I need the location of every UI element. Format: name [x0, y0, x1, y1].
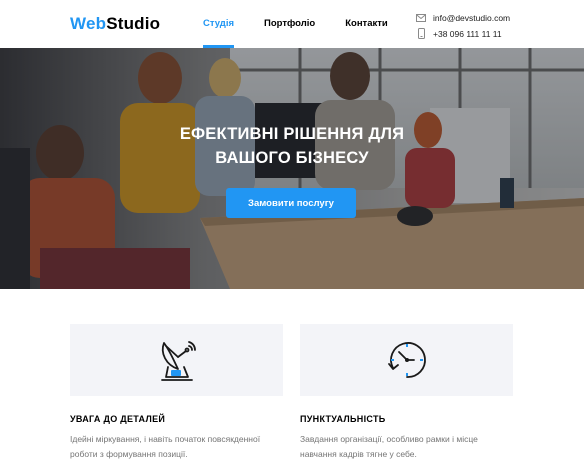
feature-text: Завдання організації, особливо рамки і м… — [300, 434, 478, 459]
satellite-dish-icon — [160, 341, 196, 381]
hero-title-line2: вашого бізнесу — [215, 149, 369, 167]
feature-title: Увага до деталей — [70, 414, 166, 424]
phone-text: +38 096 111 11 11 — [433, 28, 502, 39]
nav-portfolio[interactable]: Портфоліо — [264, 0, 315, 48]
hero-title: Ефективні рішення для вашого бізнесу — [0, 122, 584, 170]
envelope-icon — [416, 13, 426, 22]
logo[interactable]: WebStudio — [70, 14, 160, 34]
feature-card-attention: Увага до деталей Ідейні міркування, і на… — [70, 324, 283, 462]
hero-title-line1: Ефективні рішення для — [179, 125, 405, 143]
phone-contact[interactable]: +38 096 111 11 11 — [416, 26, 510, 41]
logo-web: Web — [70, 14, 107, 33]
feature-icon-box — [300, 324, 513, 396]
clock-icon — [387, 342, 426, 378]
logo-studio: Studio — [106, 14, 161, 33]
phone-icon — [418, 28, 425, 39]
email-text: info@devstudio.com — [433, 12, 511, 23]
order-service-button[interactable]: Замовити послугу — [226, 188, 356, 218]
main-nav: Студія Портфоліо Контакти — [203, 0, 418, 48]
hero-section: Ефективні рішення для вашого бізнесу Зам… — [0, 48, 584, 289]
email-contact[interactable]: info@devstudio.com — [416, 10, 510, 25]
feature-icon-box — [70, 324, 283, 396]
feature-title: Пунктуальність — [300, 414, 386, 424]
nav-contacts[interactable]: Контакти — [345, 0, 388, 48]
header-contacts: info@devstudio.com +38 096 111 11 11 — [416, 10, 510, 42]
site-header: WebStudio Студія Портфоліо Контакти info… — [0, 0, 584, 48]
nav-studio[interactable]: Студія — [203, 0, 235, 48]
feature-text: Ідейні міркування, і навіть початок повс… — [70, 434, 261, 459]
feature-card-punctuality: Пунктуальність Завдання організації, осо… — [300, 324, 513, 462]
